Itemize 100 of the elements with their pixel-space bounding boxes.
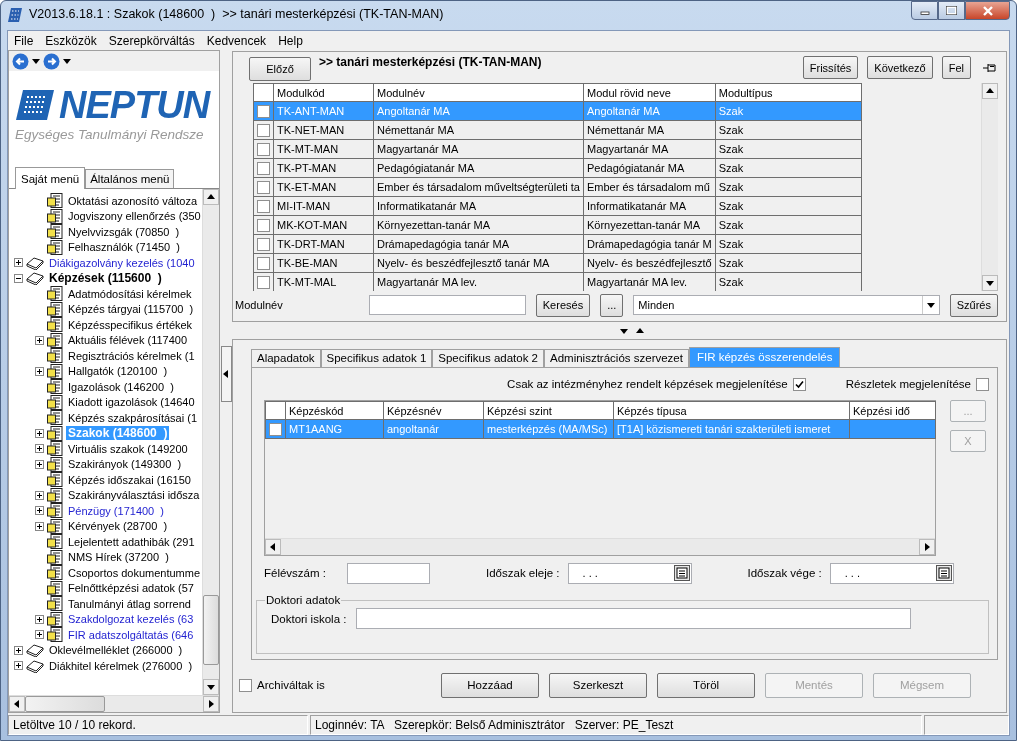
scroll-left-icon[interactable] [13, 700, 21, 708]
toolbar-button[interactable]: Fel [941, 56, 971, 79]
column-header[interactable]: Képzés típusa [613, 401, 850, 420]
maximize-icon[interactable] [946, 6, 957, 15]
plus-box-icon[interactable] [34, 428, 44, 438]
table-row[interactable]: MI-IT-MAN Informatikatanár MA Informatikatanár MA Szak [253, 197, 862, 216]
tree-item[interactable]: Virtuális szakok (149200 [66, 441, 190, 456]
checkbox[interactable] [257, 238, 270, 252]
checkbox[interactable] [976, 377, 989, 391]
tree-item[interactable]: Diákigazolvány kezelés (1040 [47, 255, 197, 270]
tree-item[interactable]: Pénzügy (171400 ) [66, 503, 166, 518]
table-row[interactable]: MK-KOT-MAN Környezettan-tanár MA Környezettan-tanár MA Szak [253, 216, 862, 235]
caret-icon[interactable] [926, 301, 935, 310]
tree-item[interactable]: Adatmódosítási kérelmek [66, 286, 194, 301]
expand-up-icon[interactable] [635, 326, 644, 335]
tree-item[interactable]: Igazolások (146200 ) [66, 379, 176, 394]
input-field[interactable] [347, 562, 430, 584]
collapse-panel-button[interactable] [220, 346, 232, 402]
filter-button[interactable]: Szűrés [949, 293, 998, 317]
column-header[interactable]: Képzési szint [483, 401, 614, 420]
tree-item[interactable]: Diákhitel kérelmek (276000 ) [47, 658, 195, 673]
tree-item[interactable]: Szakdolgozat kezelés (63 [66, 612, 196, 627]
tab[interactable]: Általános menü [85, 169, 175, 188]
scrollbar[interactable] [265, 538, 935, 555]
close-button[interactable] [965, 1, 1010, 20]
scroll-right-icon[interactable] [923, 543, 931, 551]
checkbox[interactable] [792, 377, 806, 391]
tree-item[interactable]: Nyelvvizsgák (70850 ) [66, 224, 182, 239]
tab[interactable]: Specifikus adatok 1 [320, 349, 433, 367]
calendar-icon[interactable] [935, 565, 952, 581]
checkbox[interactable] [257, 276, 270, 290]
calendar-icon[interactable] [673, 565, 690, 581]
caret-icon[interactable] [63, 57, 71, 65]
tree-item[interactable]: Képzés időszakai (16150 [66, 472, 193, 487]
scroll-down-icon[interactable] [986, 279, 994, 288]
checkbox[interactable] [257, 124, 270, 138]
table-row[interactable]: TK-NET-MAN Némettanár MA Némettanár MA Szak [253, 121, 862, 140]
tree-item[interactable]: NMS Hírek (37200 ) [66, 550, 171, 565]
dropdown[interactable]: Minden [633, 295, 940, 316]
tab[interactable]: Alapadatok [251, 349, 321, 367]
tree-item[interactable]: Oktatási azonosító változa [66, 193, 199, 208]
tree-item[interactable]: Jogviszony ellenőrzés (350 [66, 209, 202, 224]
tree-item[interactable]: Hallgatók (120100 ) [66, 364, 170, 379]
tree-item[interactable]: Csoportos dokumentumme [66, 565, 202, 580]
plus-box-icon[interactable] [34, 490, 44, 500]
column-header[interactable]: Modul rövid neve [583, 84, 716, 102]
plus-box-icon[interactable] [13, 645, 23, 655]
plus-box-icon[interactable] [34, 335, 44, 345]
tab[interactable]: Specifikus adatok 2 [432, 349, 544, 367]
plus-box-icon[interactable] [34, 506, 44, 516]
date-field[interactable]: . . . [829, 562, 954, 584]
tree-item[interactable]: Kérvények (28700 ) [66, 519, 170, 534]
menu-item[interactable]: Help [272, 33, 309, 48]
triangle-icon[interactable] [222, 370, 230, 378]
plus-box-icon[interactable] [34, 630, 44, 640]
table-row[interactable]: TK-MT-MAL Magyartanár MA lev. Magyartanár MA lev. Szak [253, 273, 862, 292]
tree-item[interactable]: FIR adatszolgáltatás (646 [66, 627, 196, 642]
table-row[interactable]: TK-ET-MAN Ember és társadalom műveltségterületi ta Ember és társadalom mű Szak [253, 178, 862, 197]
checkbox[interactable] [257, 181, 270, 195]
minus-box-icon[interactable] [13, 273, 23, 283]
plus-box-icon[interactable] [34, 521, 44, 531]
collapse-down-icon[interactable] [619, 326, 628, 335]
tree-item[interactable]: Felnőttképzési adatok (57 [66, 581, 196, 596]
tree-item[interactable]: Lejelentett adathibák (291 [66, 534, 197, 549]
column-header[interactable]: Modulkód [273, 84, 374, 102]
tree-item[interactable]: Szakirányválasztási idősza [66, 488, 202, 503]
input-field[interactable] [369, 295, 526, 316]
tree-item[interactable]: Képzések (115600 ) [47, 271, 164, 286]
checkbox[interactable] [269, 422, 282, 436]
tree-item[interactable]: Felhasználók (71450 ) [66, 240, 182, 255]
checkbox[interactable] [257, 143, 270, 157]
maximize-button[interactable] [938, 1, 965, 20]
menu-item[interactable]: Szerepkörváltás [102, 33, 201, 48]
tree-item[interactable]: Képzés tárgyai (115700 ) [66, 302, 196, 317]
table-row[interactable]: TK-DRT-MAN Drámapedagógia tanár MA Drámapedagógia tanár M Szak [253, 235, 862, 254]
close-icon[interactable] [981, 5, 994, 16]
scrollbar[interactable] [981, 83, 998, 292]
action-button[interactable]: Hozzáad [441, 672, 539, 698]
checkbox[interactable] [257, 257, 270, 271]
checkbox[interactable] [257, 200, 270, 214]
scrollbar[interactable] [9, 695, 219, 712]
input-field[interactable] [356, 608, 912, 629]
minimize-button[interactable] [911, 1, 938, 20]
caret-icon[interactable] [32, 57, 40, 65]
column-header[interactable]: Modultípus [715, 84, 862, 102]
tree-item[interactable]: Képzésspecifikus értékek [66, 317, 195, 332]
plus-box-icon[interactable] [34, 366, 44, 376]
scroll-up-icon[interactable] [207, 193, 215, 201]
table-row[interactable]: TK-BE-MAN Nyelv- és beszédfejlesztő tanár MA Nyelv- és beszédfejlesztő Szak [253, 254, 862, 273]
toolbar-button[interactable]: Frissítés [802, 56, 859, 79]
plus-box-icon[interactable] [34, 459, 44, 469]
tree-item[interactable]: Aktuális félévek (117400 [66, 333, 190, 348]
tree-item[interactable]: Oklevélmelléklet (266000 ) [47, 643, 185, 658]
forward-icon[interactable] [43, 52, 60, 70]
tree-item[interactable]: Képzés szakpárosításai (1 [66, 410, 199, 425]
scroll-left-icon[interactable] [269, 543, 277, 551]
back-icon[interactable] [12, 52, 29, 70]
action-button[interactable]: Töröl [657, 672, 755, 698]
tab[interactable]: Saját menü [15, 167, 86, 189]
scroll-down-icon[interactable] [207, 683, 215, 691]
